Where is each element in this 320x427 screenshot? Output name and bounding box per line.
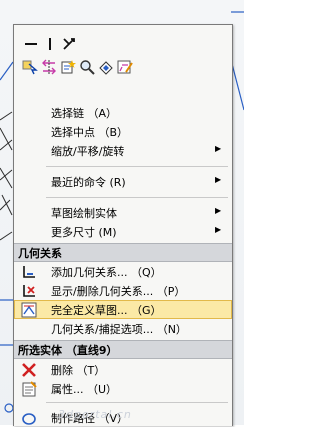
watermark: 3dportal.cn [58, 408, 132, 421]
menu-item-relations-snap-options[interactable]: 几何关系/捕捉选项... （N） [14, 319, 232, 338]
menu-separator [46, 197, 228, 198]
mirror-icon[interactable] [40, 59, 57, 76]
line-icon[interactable] [22, 36, 39, 53]
menu-item-sketch-entities[interactable]: 草图绘制实体 ▶ [14, 203, 232, 222]
menu-item-select-midpoint[interactable]: 选择中点 （B） [14, 122, 232, 141]
smart-dimension-icon[interactable] [60, 36, 77, 53]
section-header-selected-entity: 所选实体 （直线9） [14, 340, 232, 359]
menu-item-fully-define-sketch[interactable]: 完全定义草图... （G） [14, 300, 232, 319]
menu-item-zoom-pan-rotate[interactable]: 缩放/平移/旋转 ▶ [14, 141, 232, 160]
menu-separator [46, 402, 228, 403]
menu-separator [46, 166, 228, 167]
vertical-relation-icon[interactable] [41, 36, 58, 53]
context-toolbar-row2 [19, 56, 133, 78]
menu-item-add-relation[interactable]: 添加几何关系... （Q） [14, 262, 232, 281]
properties-icon [20, 380, 37, 397]
menu-item-delete[interactable]: 删除 （T） [14, 360, 232, 379]
context-menu: 选择链 （A） 选择中点 （B） 缩放/平移/旋转 ▶ 最近的命令 (R) ▶ … [13, 24, 233, 426]
menu-item-display-delete-relations[interactable]: 显示/删除几何关系... （P） [14, 281, 232, 300]
add-relation-icon [20, 263, 37, 280]
submenu-arrow-icon: ▶ [215, 206, 222, 215]
submenu-arrow-icon: ▶ [215, 175, 222, 184]
edit-sketch-icon[interactable] [116, 59, 133, 76]
zoom-icon[interactable] [78, 59, 95, 76]
display-delete-relation-icon [20, 282, 37, 299]
submenu-arrow-icon: ▶ [215, 225, 222, 234]
menu-item-properties[interactable]: 属性... （U） [14, 379, 232, 398]
fully-define-sketch-icon [20, 301, 37, 318]
section-header-relations: 几何关系 [14, 243, 232, 262]
submenu-arrow-icon: ▶ [215, 144, 222, 153]
make-path-icon [20, 409, 37, 426]
select-icon[interactable] [21, 59, 38, 76]
add-relation-icon[interactable] [59, 59, 76, 76]
delete-icon [20, 361, 37, 378]
sketch-point [4, 403, 14, 413]
menu-item-recent-commands[interactable]: 最近的命令 (R) ▶ [14, 172, 232, 191]
context-toolbar-row1 [20, 33, 77, 55]
hide-show-icon[interactable] [97, 59, 114, 76]
menu-item-select-chain[interactable]: 选择链 （A） [14, 103, 232, 122]
menu-item-more-dimensions[interactable]: 更多尺寸 (M) ▶ [14, 222, 232, 241]
